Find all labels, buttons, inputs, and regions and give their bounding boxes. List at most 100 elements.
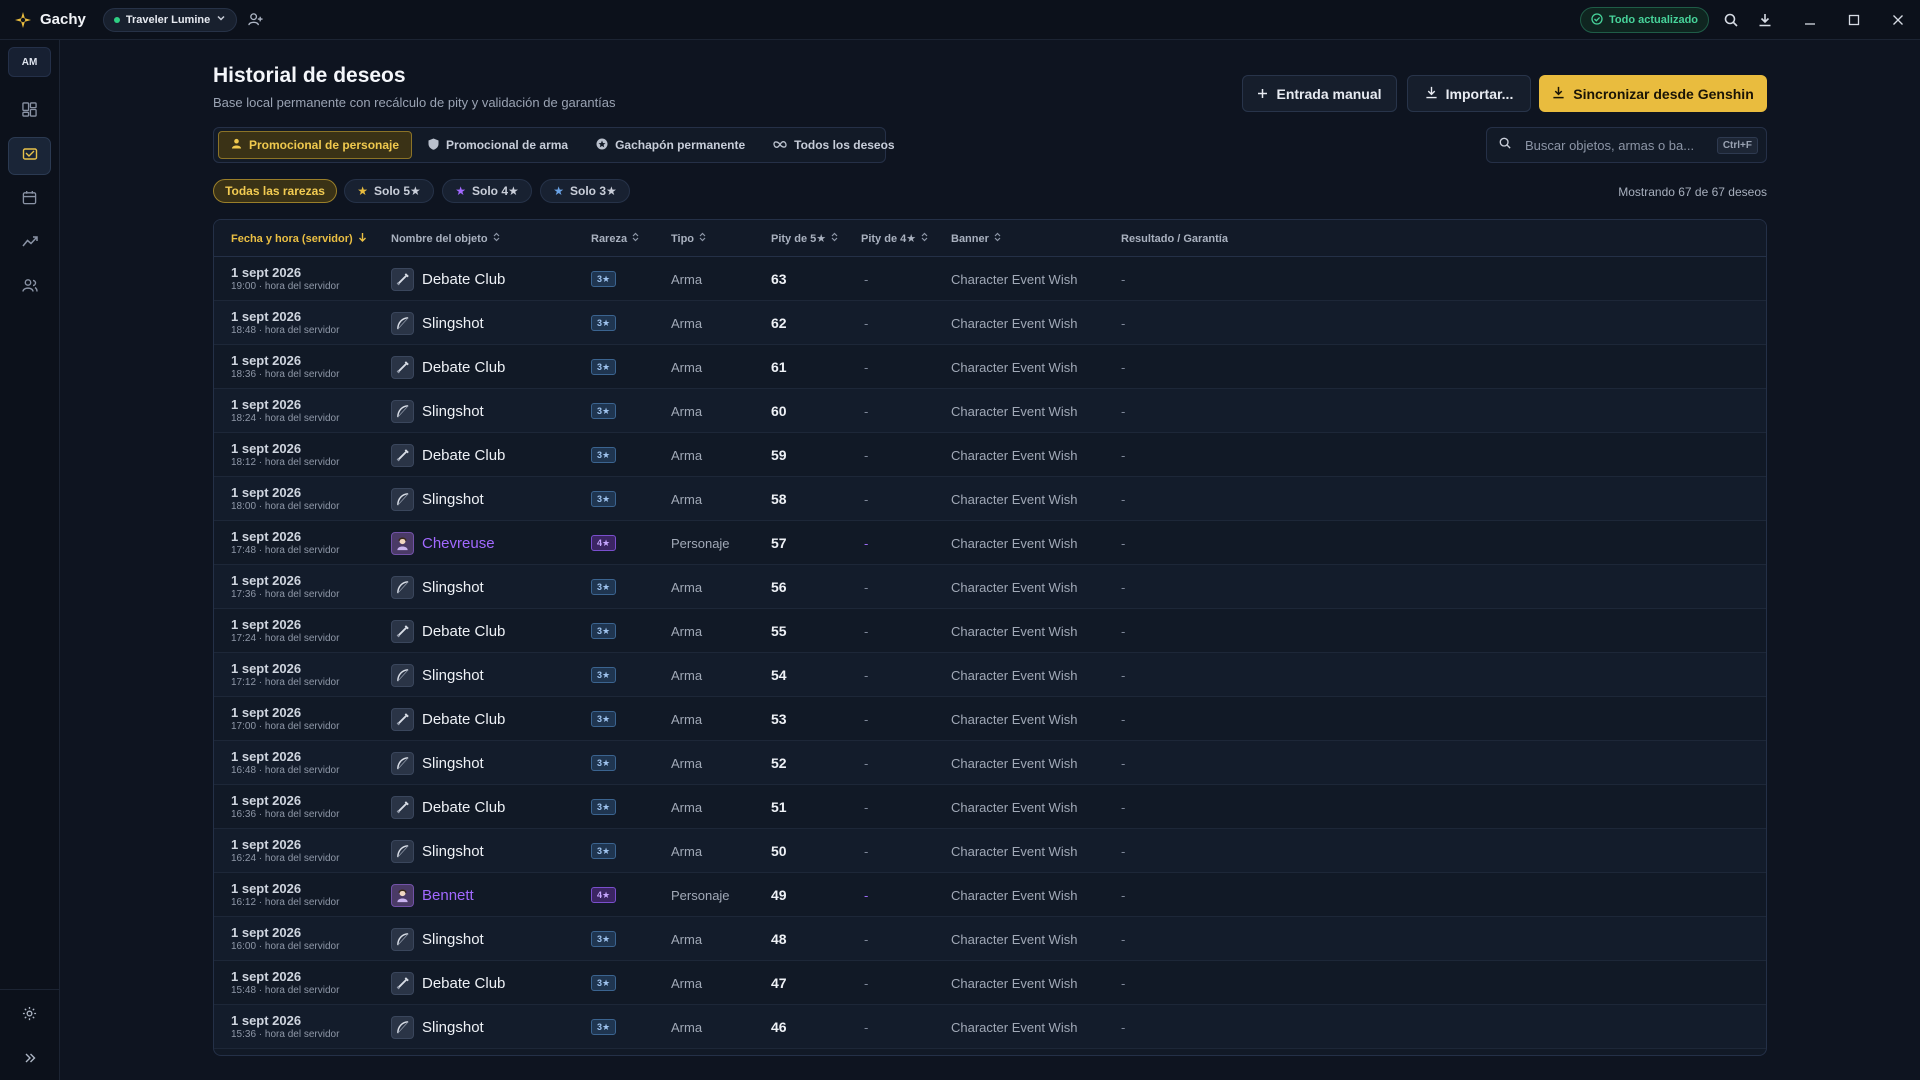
search-box[interactable]: Ctrl+F — [1486, 127, 1767, 163]
table-row[interactable]: 1 sept 2026 19:00 · hora del servidor Deba… — [214, 257, 1766, 301]
infinity-icon — [773, 138, 787, 152]
item-name: Slingshot — [422, 490, 484, 508]
filter-3-star[interactable]: ★ Solo 3★ — [540, 179, 630, 203]
tab-character-event[interactable]: Promocional de personaje — [218, 131, 413, 159]
pity-5-cell: 52 — [771, 755, 787, 771]
search-icon[interactable] — [1721, 10, 1741, 30]
item-cell: Debate Club — [391, 257, 505, 301]
bow-icon — [391, 1015, 414, 1039]
header-pity-5[interactable]: Pity de 5★ — [771, 220, 838, 257]
bow-icon — [391, 311, 414, 335]
date-text: 1 sept 2026 — [231, 484, 302, 500]
table-row[interactable]: 1 sept 2026 15:36 · hora del servidor Slin… — [214, 1005, 1766, 1049]
time-text: 15:48 · hora del servidor — [231, 984, 340, 996]
header-date[interactable]: Fecha y hora (servidor) — [231, 220, 367, 257]
avatar[interactable]: AM — [8, 47, 51, 77]
rarity-cell: 3★ — [591, 389, 617, 433]
rarity-cell: 3★ — [591, 917, 617, 961]
bow-icon — [391, 751, 414, 775]
item-cell: Slingshot — [391, 741, 484, 785]
table-row[interactable]: 1 sept 2026 18:36 · hora del servidor Deba… — [214, 345, 1766, 389]
result-cell: - — [1121, 843, 1126, 859]
table-row[interactable]: 1 sept 2026 16:36 · hora del servidor Deba… — [214, 785, 1766, 829]
sidebar-item-analytics[interactable] — [8, 225, 51, 263]
type-cell: Arma — [671, 755, 703, 771]
rarity-badge: 3★ — [591, 843, 617, 859]
tab-all-wishes[interactable]: Todos los deseos — [761, 131, 906, 159]
sidebar-item-dashboard[interactable] — [8, 93, 51, 131]
filter-5-star[interactable]: ★ Solo 5★ — [344, 179, 434, 203]
header-rarity[interactable]: Rareza — [591, 220, 639, 257]
time-text: 18:00 · hora del servidor — [231, 500, 340, 512]
filter-all-rarities[interactable]: Todas las rarezas — [213, 179, 337, 203]
type-cell: Arma — [671, 623, 703, 639]
import-button[interactable]: Importar... — [1407, 75, 1531, 112]
date-text: 1 sept 2026 — [231, 1012, 302, 1028]
table-row[interactable]: 1 sept 2026 15:48 · hora del servidor Deba… — [214, 961, 1766, 1005]
account-selector[interactable]: Traveler Lumine — [102, 7, 238, 32]
table-row[interactable]: 1 sept 2026 16:12 · hora del servidor Benn… — [214, 873, 1766, 917]
close-icon[interactable] — [1888, 10, 1908, 30]
header-banner[interactable]: Banner — [951, 220, 1001, 257]
rarity-cell: 3★ — [591, 697, 617, 741]
item-name: Debate Club — [422, 798, 506, 816]
tab-label: Promocional de arma — [446, 138, 569, 152]
tab-label: Gachapón permanente — [615, 138, 746, 152]
item-cell: Debate Club — [391, 785, 505, 829]
account-name: Traveler Lumine — [125, 13, 211, 26]
maximize-icon[interactable] — [1844, 10, 1864, 30]
date-text: 1 sept 2026 — [231, 308, 302, 324]
item-name: Debate Club — [422, 358, 506, 376]
date-text: 1 sept 2026 — [231, 396, 302, 412]
table-row[interactable]: 1 sept 2026 17:00 · hora del servidor Deba… — [214, 697, 1766, 741]
item-cell: Chevreuse — [391, 521, 495, 565]
table-row[interactable]: 1 sept 2026 16:00 · hora del servidor Slin… — [214, 917, 1766, 961]
pity-5-cell: 59 — [771, 447, 787, 463]
item-cell: Slingshot — [391, 477, 484, 521]
download-icon[interactable] — [1755, 10, 1775, 30]
players-icon — [21, 278, 38, 298]
sidebar-item-calendar[interactable] — [8, 181, 51, 219]
banner-cell: Character Event Wish — [951, 887, 1078, 903]
header-pity-4[interactable]: Pity de 4★ — [861, 220, 928, 257]
table-row[interactable]: 1 sept 2026 18:48 · hora del servidor Slin… — [214, 301, 1766, 345]
header-item-name[interactable]: Nombre del objeto — [391, 220, 500, 257]
sidebar-expand-button[interactable] — [8, 1041, 51, 1079]
header-result: Resultado / Garantía — [1121, 220, 1228, 257]
pity-4-cell: - — [864, 535, 869, 551]
manual-entry-button[interactable]: Entrada manual — [1242, 75, 1397, 112]
tab-weapon-event[interactable]: Promocional de arma — [416, 131, 580, 159]
item-cell: Debate Club — [391, 961, 505, 1005]
header-type[interactable]: Tipo — [671, 220, 706, 257]
tab-label: Promocional de personaje — [249, 138, 400, 152]
pity-4-cell: - — [864, 975, 869, 991]
date-text: 1 sept 2026 — [231, 572, 302, 588]
result-cell: - — [1121, 931, 1126, 947]
sidebar-item-settings[interactable] — [8, 997, 51, 1035]
table-row[interactable]: 1 sept 2026 17:48 · hora del servidor Chev… — [214, 521, 1766, 565]
pity-5-cell: 56 — [771, 579, 787, 595]
table-row[interactable]: 1 sept 2026 16:24 · hora del servidor Slin… — [214, 829, 1766, 873]
table-row[interactable]: 1 sept 2026 17:24 · hora del servidor Deba… — [214, 609, 1766, 653]
filter-4-star[interactable]: ★ Solo 4★ — [442, 179, 532, 203]
sidebar-item-wish-history[interactable] — [8, 137, 51, 175]
item-cell: Debate Club — [391, 433, 505, 477]
claymore-icon — [391, 619, 414, 643]
minimize-icon[interactable] — [1800, 10, 1820, 30]
add-user-icon[interactable] — [245, 10, 265, 30]
table-row[interactable]: 1 sept 2026 17:12 · hora del servidor Slin… — [214, 653, 1766, 697]
table-row[interactable]: 1 sept 2026 18:12 · hora del servidor Deba… — [214, 433, 1766, 477]
table-row[interactable]: 1 sept 2026 18:24 · hora del servidor Slin… — [214, 389, 1766, 433]
date-cell: 1 sept 2026 18:12 · hora del servidor — [231, 433, 339, 477]
type-cell: Arma — [671, 799, 703, 815]
item-name: Debate Club — [422, 622, 506, 640]
tab-standard[interactable]: Gachapón permanente — [584, 131, 757, 159]
sidebar-item-players[interactable] — [8, 269, 51, 307]
chip-label: Solo 5★ — [374, 184, 421, 198]
sort-icon — [994, 232, 1001, 245]
sync-genshin-button[interactable]: Sincronizar desde Genshin — [1539, 75, 1767, 112]
table-row[interactable]: 1 sept 2026 16:48 · hora del servidor Slin… — [214, 741, 1766, 785]
table-row[interactable]: 1 sept 2026 18:00 · hora del servidor Slin… — [214, 477, 1766, 521]
search-input[interactable] — [1525, 137, 1717, 153]
table-row[interactable]: 1 sept 2026 17:36 · hora del servidor Slin… — [214, 565, 1766, 609]
